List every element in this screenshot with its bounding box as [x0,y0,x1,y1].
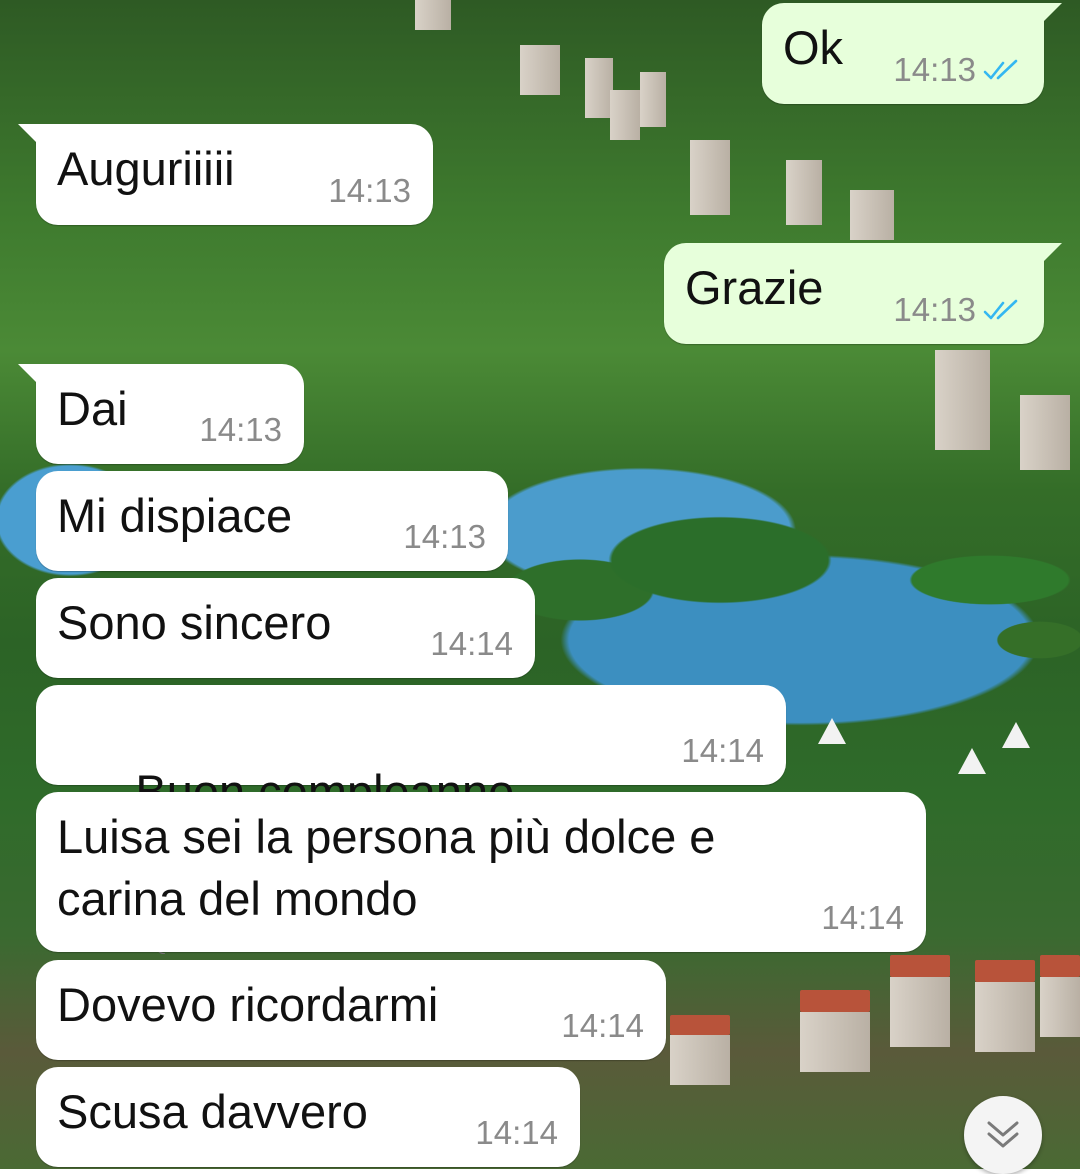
message-text: Luisa sei la persona più dolce e carina … [57,810,716,925]
message-time: 14:13 [199,411,282,448]
message-meta: 14:13 [199,412,282,448]
scroll-to-bottom-button[interactable] [964,1096,1042,1174]
message-time: 14:14 [475,1114,558,1151]
message-meta: 14:13 [403,519,486,555]
message-bubble-outgoing[interactable]: Grazie 14:13 [664,243,1062,344]
message-time: 14:13 [893,291,976,328]
message-text: Sono sincero [57,596,332,649]
message-time: 14:14 [681,732,764,769]
message-time: 14:13 [328,172,411,209]
message-bubble-incoming[interactable]: Dai 14:13 [18,364,304,464]
message-list[interactable]: Ok 14:13 Auguriiiii 14:13 Grazie 14:13 D… [0,0,1080,1169]
message-bubble-incoming[interactable]: Mi dispiace 14:13 [36,471,508,571]
message-time: 14:13 [893,51,976,88]
message-time: 14:14 [430,625,513,662]
message-time: 14:14 [821,899,904,936]
message-bubble-outgoing[interactable]: Ok 14:13 [762,3,1062,104]
message-text: Dai [57,382,128,435]
message-bubble-incoming[interactable]: Dovevo ricordarmi 14:14 [36,960,666,1060]
message-text: Dovevo ricordarmi [57,978,439,1031]
message-text: Grazie [685,261,824,314]
message-meta: 14:14 [561,1008,644,1044]
message-bubble-incoming[interactable]: Buon compleanno 14:14 [36,685,786,954]
message-time: 14:13 [403,518,486,555]
message-text: Scusa davvero [57,1085,368,1138]
message-text: Auguriiiii [57,142,235,195]
read-ticks-icon [983,59,1018,80]
message-bubble-incoming[interactable]: Scusa davvero 14:14 [36,1067,580,1167]
message-bubble-incoming[interactable]: Sono sincero 14:14 [36,578,535,678]
message-time: 14:14 [561,1007,644,1044]
message-meta: 14:13 [328,173,411,209]
message-bubble-incoming[interactable]: Auguriiiii 14:13 [18,124,433,225]
read-ticks-icon [983,299,1018,320]
message-meta: 14:14 [681,733,764,769]
message-meta: 14:14 [475,1115,558,1151]
double-chevron-down-icon [987,1121,1019,1148]
message-meta: 14:13 [893,52,1022,88]
message-meta: 14:13 [893,292,1022,328]
message-text: Mi dispiace [57,489,293,542]
message-meta: 14:14 [821,900,904,936]
message-meta: 14:14 [430,626,513,662]
message-text: Ok [783,21,844,74]
message-bubble-incoming[interactable]: Luisa sei la persona più dolce e carina … [36,792,926,952]
